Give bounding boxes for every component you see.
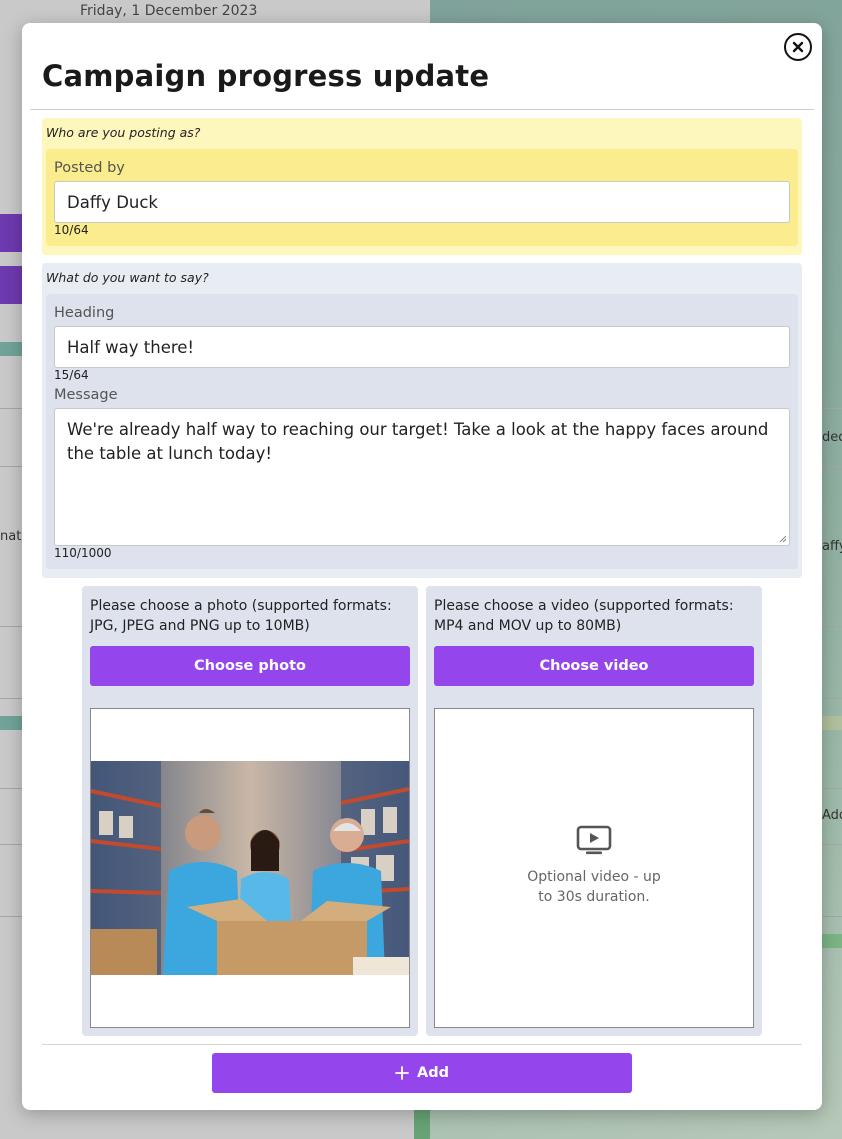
photo-description: Please choose a photo (supported formats… bbox=[90, 598, 392, 634]
message-label: Message bbox=[54, 387, 118, 403]
background-band bbox=[820, 716, 842, 730]
choose-video-button[interactable]: Choose video bbox=[434, 646, 754, 686]
video-description: Please choose a video (supported formats… bbox=[434, 598, 734, 634]
video-placeholder: Optional video - up to 30s duration. bbox=[435, 825, 753, 907]
background-text: affy bbox=[822, 539, 842, 554]
modal-title: Campaign progress update bbox=[42, 59, 490, 93]
background-band bbox=[414, 1110, 430, 1139]
heading-input[interactable]: Half way there! bbox=[54, 326, 790, 368]
add-button-label: Add bbox=[417, 1065, 449, 1081]
message-section: What do you want to say? Heading Half wa… bbox=[42, 263, 802, 578]
posted-as-section: Who are you posting as? Posted by Daffy … bbox=[42, 118, 802, 255]
message-textarea[interactable]: We're already half way to reaching our t… bbox=[54, 408, 790, 546]
add-button[interactable]: Add bbox=[212, 1053, 632, 1093]
background-purple-tab bbox=[0, 214, 22, 252]
message-question: What do you want to say? bbox=[46, 270, 209, 285]
photo-upload-panel: Please choose a photo (supported formats… bbox=[82, 586, 418, 1036]
background-purple-tab bbox=[0, 266, 22, 304]
resize-handle-icon[interactable] bbox=[779, 535, 787, 543]
video-upload-panel: Please choose a video (supported formats… bbox=[426, 586, 762, 1036]
background-band bbox=[0, 716, 22, 730]
posted-by-counter: 10/64 bbox=[54, 223, 89, 237]
photo-preview bbox=[90, 708, 410, 1028]
heading-label: Heading bbox=[54, 305, 115, 321]
choose-photo-button[interactable]: Choose photo bbox=[90, 646, 410, 686]
video-placeholder-text: Optional video - up to 30s duration. bbox=[527, 869, 661, 905]
footer-divider bbox=[42, 1044, 802, 1045]
background-band bbox=[820, 934, 842, 948]
video-play-icon bbox=[576, 825, 612, 855]
posted-as-question: Who are you posting as? bbox=[46, 125, 201, 140]
posted-by-input[interactable]: Daffy Duck bbox=[54, 181, 790, 223]
message-group: Heading Half way there! 15/64 Message We… bbox=[46, 294, 798, 569]
close-icon[interactable] bbox=[784, 33, 812, 61]
message-text: We're already half way to reaching our t… bbox=[67, 420, 769, 463]
posted-by-label: Posted by bbox=[54, 160, 125, 176]
title-divider bbox=[30, 109, 814, 110]
background-text: ded bbox=[822, 430, 842, 445]
plus-icon bbox=[395, 1066, 409, 1080]
heading-counter: 15/64 bbox=[54, 368, 89, 382]
photo-preview-image bbox=[91, 761, 409, 975]
message-counter: 110/1000 bbox=[54, 546, 112, 560]
video-preview: Optional video - up to 30s duration. bbox=[434, 708, 754, 1028]
posted-by-group: Posted by Daffy Duck 10/64 bbox=[46, 149, 798, 246]
background-band bbox=[0, 342, 22, 356]
background-text: Add bbox=[822, 808, 842, 823]
campaign-update-modal: Campaign progress update Who are you pos… bbox=[22, 23, 822, 1110]
background-date: Friday, 1 December 2023 bbox=[80, 3, 258, 19]
